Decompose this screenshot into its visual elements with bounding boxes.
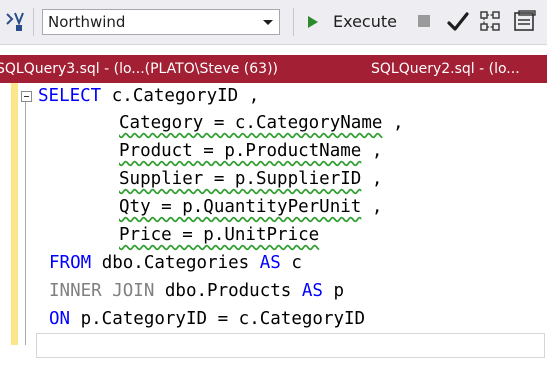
code-text: dbo.Products — [154, 281, 302, 301]
code-line[interactable]: ON p.CategoryID = c.CategoryID — [49, 309, 365, 329]
document-tab-strip: SQLQuery3.sql - (lo...(PLATO\Steve (63))… — [0, 55, 547, 83]
execute-label: Execute — [333, 12, 397, 31]
stop-icon[interactable] — [418, 15, 430, 27]
code-text: p — [322, 281, 345, 301]
code-text: Price = p.UnitPrice — [119, 225, 320, 245]
keyword: ON — [49, 309, 71, 329]
code-text: , — [361, 197, 383, 217]
code-line[interactable]: FROM dbo.Categories AS c — [49, 253, 302, 273]
checkmark-icon[interactable] — [446, 9, 470, 35]
toolbar-separator — [293, 8, 294, 36]
code-line[interactable]: Price = p.UnitPrice — [119, 225, 319, 245]
database-select[interactable]: Northwind — [42, 9, 280, 35]
code-text: Supplier = p.SupplierID — [119, 169, 362, 189]
code-line[interactable]: SELECT c.CategoryID , — [38, 86, 259, 106]
code-line[interactable]: Product = p.ProductName , — [119, 141, 382, 161]
code-text: Category = c.CategoryName — [119, 113, 383, 133]
play-icon — [308, 16, 318, 28]
current-line-highlight — [36, 333, 545, 358]
code-line[interactable]: Qty = p.QuantityPerUnit , — [119, 197, 382, 217]
change-margin — [11, 83, 18, 345]
code-text: dbo.Categories — [91, 253, 260, 273]
database-select-value: Northwind — [48, 13, 126, 31]
keyword: AS — [301, 281, 323, 301]
toolbar-left-icon[interactable] — [3, 11, 27, 33]
code-text: , — [361, 169, 383, 189]
chevron-down-icon[interactable] — [263, 20, 273, 25]
code-text: p.CategoryID = c.CategoryID — [70, 309, 366, 329]
toolbar: Northwind Execute — [0, 0, 547, 45]
code-line[interactable]: Supplier = p.SupplierID , — [119, 169, 382, 189]
code-line[interactable]: Category = c.CategoryName , — [119, 113, 403, 133]
tab-sqlquery2[interactable]: SQLQuery2.sql - (lo... — [371, 55, 520, 83]
code-text: , — [361, 141, 383, 161]
tab-sqlquery3[interactable]: SQLQuery3.sql - (lo...(PLATO\Steve (63)) — [0, 55, 278, 83]
code-text: Qty = p.QuantityPerUnit — [119, 197, 362, 217]
toolbar-separator — [33, 8, 34, 36]
keyword: INNER JOIN — [49, 281, 155, 301]
results-pane-icon[interactable] — [513, 10, 537, 34]
code-text: , — [382, 113, 404, 133]
code-text: c.CategoryID , — [101, 86, 260, 106]
keyword: AS — [259, 253, 281, 273]
query-plan-icon[interactable] — [479, 9, 503, 35]
collapse-icon[interactable] — [21, 91, 32, 102]
code-line[interactable]: INNER JOIN dbo.Products AS p — [49, 281, 344, 301]
query-editor[interactable]: SELECT c.CategoryID , Category = c.Categ… — [0, 83, 547, 380]
keyword: SELECT — [38, 86, 102, 106]
execute-button[interactable]: Execute — [304, 9, 400, 35]
keyword: FROM — [49, 253, 92, 273]
outline-guide — [25, 95, 26, 345]
code-text: Product = p.ProductName — [119, 141, 362, 161]
code-text: c — [280, 253, 302, 273]
